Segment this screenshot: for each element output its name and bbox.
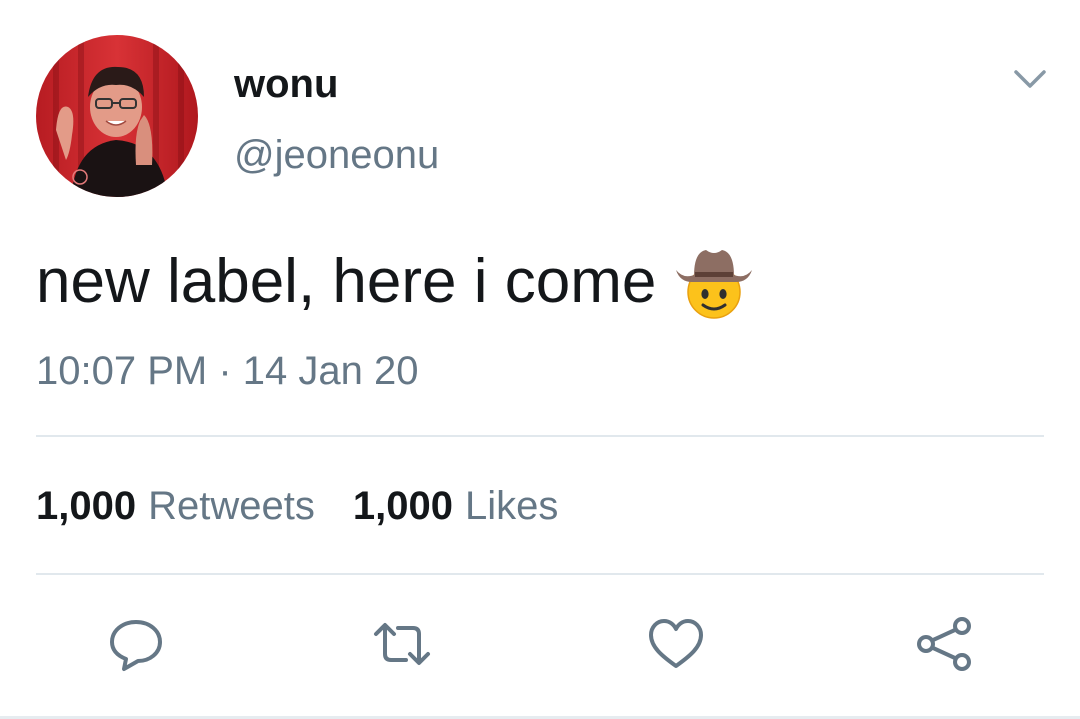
tweet-text: new label, here i come xyxy=(36,247,657,316)
likes-label: Likes xyxy=(464,484,559,528)
tweet-stats: 1,000 Retweets 1,000 Likes xyxy=(36,482,596,530)
retweet-icon[interactable] xyxy=(370,612,434,676)
tweet-detail: wonu @jeoneonu new label, here i come 10… xyxy=(0,0,1080,719)
cowboy-hat-face-emoji xyxy=(674,242,754,322)
chevron-down-icon[interactable] xyxy=(1008,56,1052,100)
retweets-stat[interactable]: 1,000 Retweets xyxy=(36,482,315,530)
likes-count: 1,000 xyxy=(352,484,453,528)
tweet-timestamp[interactable]: 10:07 PM · 14 Jan 20 xyxy=(36,347,418,395)
tweet-text-row: new label, here i come xyxy=(36,246,754,319)
user-handle[interactable]: @jeoneonu xyxy=(234,131,439,179)
retweets-count: 1,000 xyxy=(36,484,137,528)
divider xyxy=(36,435,1044,437)
divider xyxy=(36,573,1044,575)
reply-icon[interactable] xyxy=(104,612,168,676)
display-name[interactable]: wonu xyxy=(234,60,338,108)
share-icon[interactable] xyxy=(912,612,976,676)
retweets-label: Retweets xyxy=(148,484,315,528)
heart-icon[interactable] xyxy=(644,612,708,676)
likes-stat[interactable]: 1,000 Likes xyxy=(353,482,559,530)
avatar[interactable] xyxy=(36,35,198,197)
